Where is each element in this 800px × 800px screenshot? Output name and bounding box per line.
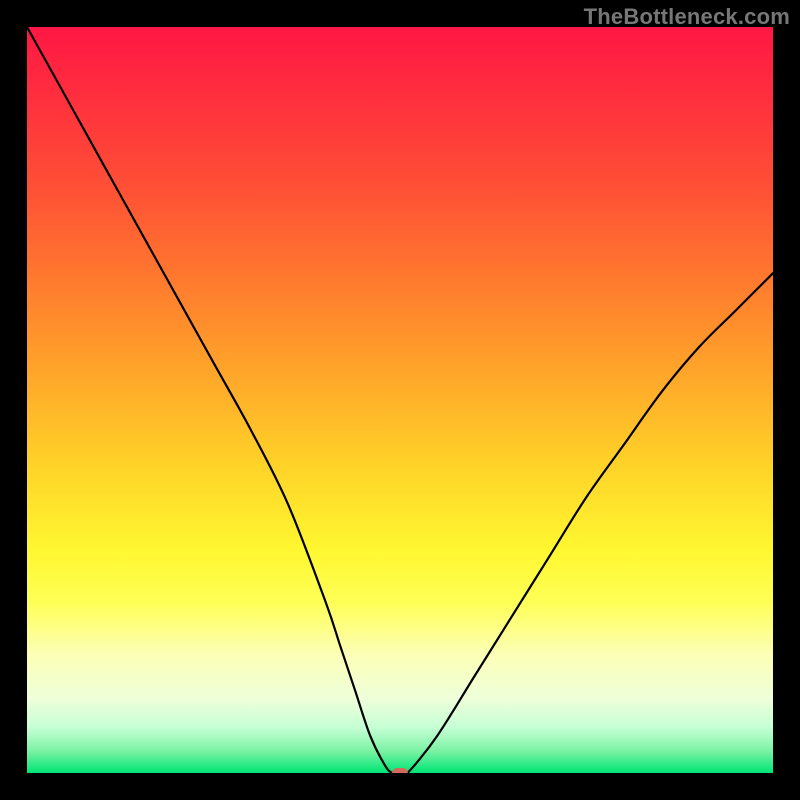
watermark-text: TheBottleneck.com: [584, 4, 790, 30]
plot-area: [27, 27, 773, 773]
chart-frame: TheBottleneck.com: [0, 0, 800, 800]
optimal-point-marker: [392, 768, 408, 773]
bottleneck-curve: [27, 27, 773, 773]
